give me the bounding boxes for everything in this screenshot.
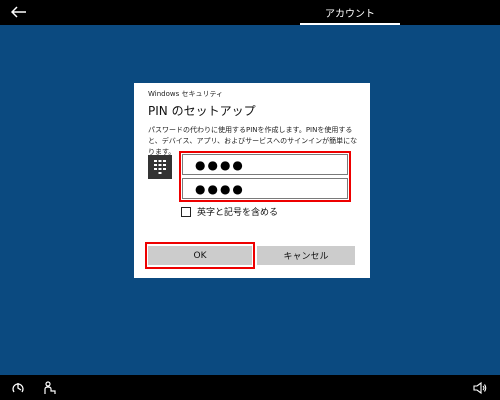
volume-icon bbox=[473, 381, 487, 395]
accessibility-person-icon bbox=[44, 381, 56, 394]
ok-button-highlight bbox=[145, 242, 255, 269]
include-letters-symbols-option[interactable]: 英字と記号を含める bbox=[181, 205, 278, 218]
ease-of-access-icon bbox=[12, 383, 24, 393]
pin-fields-highlight bbox=[179, 151, 351, 202]
dialog-caption: Windows セキュリティ bbox=[148, 90, 224, 98]
ease-of-access-button[interactable] bbox=[10, 380, 26, 396]
volume-button[interactable] bbox=[472, 380, 488, 396]
accessibility-button[interactable] bbox=[42, 380, 58, 396]
tab-account[interactable]: アカウント bbox=[300, 0, 400, 25]
tab-underline bbox=[300, 23, 400, 25]
pin-setup-dialog: Windows セキュリティ PIN のセットアップ パスワードの代わりに使用す… bbox=[134, 83, 370, 278]
include-letters-symbols-checkbox[interactable] bbox=[181, 206, 191, 217]
checkbox-label: 英字と記号を含める bbox=[197, 208, 279, 218]
top-bar: アカウント bbox=[0, 0, 500, 25]
keypad-icon bbox=[148, 155, 172, 179]
back-arrow-icon bbox=[11, 6, 26, 18]
cancel-button[interactable]: キャンセル bbox=[257, 246, 355, 265]
dialog-title: PIN のセットアップ bbox=[148, 104, 256, 118]
bottom-bar bbox=[0, 375, 500, 400]
back-button[interactable] bbox=[8, 2, 30, 22]
